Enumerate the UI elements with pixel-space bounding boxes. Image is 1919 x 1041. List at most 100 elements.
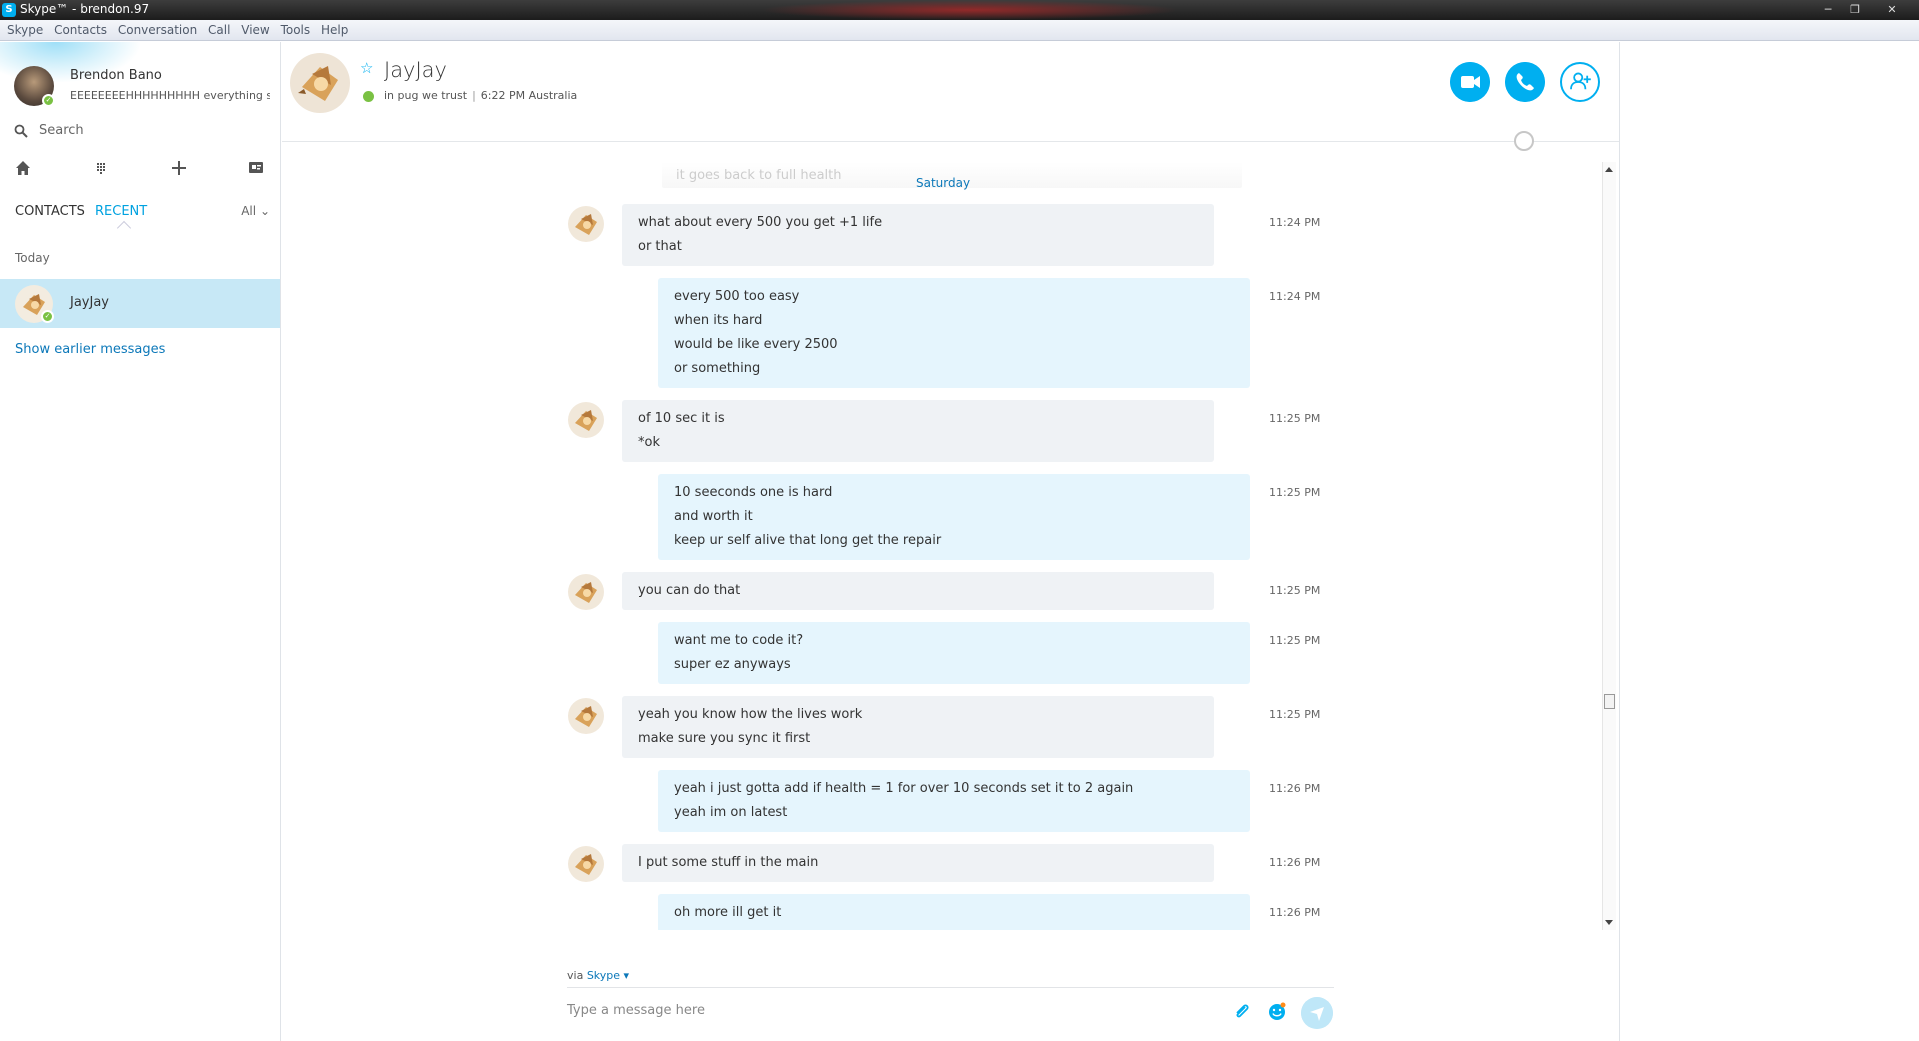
sidebar-toolbar: [0, 156, 281, 184]
globe-icon[interactable]: [1514, 131, 1534, 151]
message-line: super ez anyways: [674, 657, 791, 672]
outgoing-message[interactable]: oh more ill get it: [658, 894, 1250, 930]
tab-recent[interactable]: RECENT: [95, 204, 147, 219]
profile-name[interactable]: Brendon Bano: [70, 68, 162, 83]
message-line: every 500 too easy: [674, 289, 800, 304]
message-timestamp: 11:25 PM: [1269, 412, 1321, 425]
message-row: want me to code it? super ez anyways 11:25…: [282, 622, 1602, 684]
contact-card-icon[interactable]: [244, 156, 268, 180]
emoticon-icon[interactable]: [1267, 1002, 1287, 1022]
message-line: keep ur self alive that long get the rep…: [674, 533, 942, 548]
chat-scrollbar[interactable]: [1602, 162, 1616, 930]
outgoing-message[interactable]: yeah i just gotta add if health = 1 for …: [658, 770, 1250, 832]
search-input[interactable]: Search: [39, 123, 84, 138]
incoming-message[interactable]: what about every 500 you get +1 life or t…: [622, 204, 1214, 266]
message-timestamp: 11:25 PM: [1269, 486, 1321, 499]
menu-call[interactable]: Call: [201, 20, 230, 37]
audio-call-button[interactable]: [1505, 62, 1545, 102]
send-button[interactable]: [1301, 997, 1333, 1029]
contact-mood-text: in pug we trust: [384, 89, 468, 102]
scroll-down-icon[interactable]: [1605, 920, 1613, 925]
sidebar-tabs: CONTACTS RECENT All ⌄: [15, 204, 270, 236]
message-row: I put some stuff in the main 11:26 PM: [282, 844, 1602, 882]
message-line: and worth it: [674, 509, 753, 524]
message-input[interactable]: Type a message here: [567, 1003, 705, 1018]
message-line: yeah you know how the lives work: [638, 707, 863, 722]
sender-avatar[interactable]: [568, 402, 604, 438]
minimize-icon[interactable]: ─: [1818, 2, 1838, 17]
filter-dropdown[interactable]: All ⌄: [241, 204, 270, 218]
dialpad-icon[interactable]: [89, 156, 113, 180]
message-timestamp: 11:25 PM: [1269, 584, 1321, 597]
recent-item-name: JayJay: [70, 295, 109, 310]
menu-help[interactable]: Help: [314, 20, 348, 37]
contact-mood: in pug we trust | 6:22 PM Australia: [384, 89, 577, 102]
title-bar: S Skype™ - brendon.97 ─ ❐ ✕: [0, 0, 1919, 20]
conversation-header: ☆ JayJay in pug we trust | 6:22 PM Austral…: [282, 42, 1619, 142]
via-label: via: [567, 969, 584, 982]
menu-bar: Skype Contacts Conversation Call View To…: [0, 20, 1919, 41]
sender-avatar[interactable]: [568, 574, 604, 610]
filter-label: All: [241, 204, 257, 218]
recent-item-jayjay[interactable]: ✓ JayJay: [0, 279, 280, 328]
incoming-message[interactable]: of 10 sec it is *ok: [622, 400, 1214, 462]
sidebar: ✓ Brendon Bano EEEEEEEEHHHHHHHHH everyth…: [0, 42, 281, 1041]
sender-avatar[interactable]: [568, 206, 604, 242]
outgoing-message[interactable]: want me to code it? super ez anyways: [658, 622, 1250, 684]
incoming-message[interactable]: you can do that: [622, 572, 1214, 610]
message-line: oh more ill get it: [674, 905, 782, 920]
chevron-down-icon: ⌄: [259, 204, 270, 218]
menu-view[interactable]: View: [234, 20, 269, 37]
via-service-dropdown[interactable]: Skype ▾: [587, 969, 629, 982]
add-people-button[interactable]: [1560, 62, 1600, 102]
message-line: I put some stuff in the main: [638, 855, 819, 870]
search-box[interactable]: Search: [14, 122, 264, 142]
close-window-icon[interactable]: ✕: [1872, 2, 1912, 17]
incoming-message[interactable]: yeah you know how the lives work make sur…: [622, 696, 1214, 758]
menu-contacts[interactable]: Contacts: [47, 20, 107, 37]
via-service-label: Skype: [586, 969, 621, 982]
menu-tools[interactable]: Tools: [274, 20, 311, 37]
recent-group-header: Today: [15, 251, 50, 265]
caret-down-icon: ▾: [623, 969, 630, 982]
home-icon[interactable]: [11, 156, 35, 180]
profile-mood[interactable]: EEEEEEEEHHHHHHHHH everything s...: [70, 89, 270, 102]
message-line: when its hard: [674, 313, 763, 328]
tab-contacts[interactable]: CONTACTS: [15, 204, 85, 219]
compose-divider: [567, 987, 1334, 988]
menu-conversation[interactable]: Conversation: [111, 20, 197, 37]
scrollbar-thumb[interactable]: [1604, 694, 1615, 709]
incoming-message[interactable]: I put some stuff in the main: [622, 844, 1214, 882]
message-line: yeah i just gotta add if health = 1 for …: [674, 781, 1134, 796]
search-icon: [14, 124, 28, 138]
message-line: make sure you sync it first: [638, 731, 811, 746]
message-line: yeah im on latest: [674, 805, 788, 820]
message-row: every 500 too easy when its hard would be …: [282, 278, 1602, 388]
menu-skype[interactable]: Skype: [0, 20, 43, 37]
conversation-title: JayJay: [384, 58, 447, 82]
video-call-button[interactable]: [1450, 62, 1490, 102]
message-line: would be like every 2500: [674, 337, 838, 352]
message-history[interactable]: it goes back to full health Saturday wha…: [282, 162, 1602, 930]
favorite-star-icon[interactable]: ☆: [360, 60, 376, 76]
header-divider: [282, 141, 1619, 142]
message-line: 10 seeconds one is hard: [674, 485, 833, 500]
restore-icon[interactable]: ❐: [1845, 2, 1865, 17]
outgoing-message[interactable]: every 500 too easy when its hard would be …: [658, 278, 1250, 388]
online-status-icon: ✓: [41, 310, 54, 323]
contact-local-time: 6:22 PM Australia: [480, 89, 578, 102]
titlebar-background-glow: [760, 0, 1180, 20]
sender-avatar[interactable]: [568, 698, 604, 734]
sender-avatar[interactable]: [568, 846, 604, 882]
message-line: you can do that: [638, 583, 741, 598]
message-line: what about every 500 you get +1 life: [638, 215, 883, 230]
message-row: 10 seeconds one is hard and worth it keep …: [282, 474, 1602, 560]
contact-avatar[interactable]: [290, 53, 350, 113]
add-icon[interactable]: [167, 156, 191, 180]
show-earlier-messages-link[interactable]: Show earlier messages: [15, 342, 165, 357]
skype-logo-icon: S: [2, 3, 16, 17]
attach-file-icon[interactable]: [1232, 1002, 1252, 1022]
outgoing-message[interactable]: 10 seeconds one is hard and worth it keep …: [658, 474, 1250, 560]
message-timestamp: 11:25 PM: [1269, 708, 1321, 721]
scroll-up-icon[interactable]: [1605, 167, 1613, 172]
